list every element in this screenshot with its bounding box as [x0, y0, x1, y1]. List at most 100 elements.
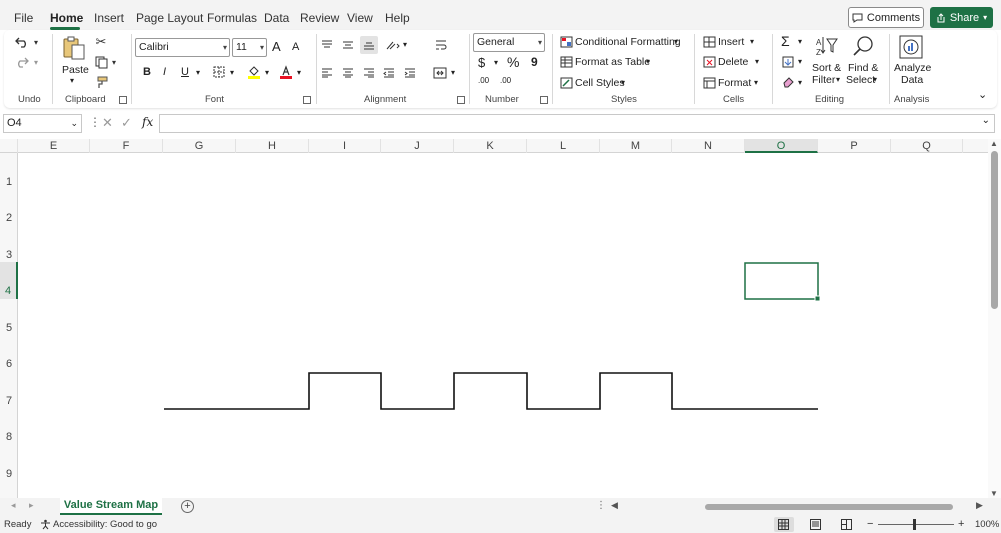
zoom-level[interactable]: 100%: [975, 519, 999, 530]
tab-view[interactable]: View: [347, 11, 373, 25]
worksheet-area[interactable]: [18, 153, 988, 498]
tab-home[interactable]: Home: [50, 11, 83, 25]
tab-page-layout[interactable]: Page Layout: [136, 11, 203, 25]
clear-icon[interactable]: [781, 75, 795, 89]
timeline-shape[interactable]: [164, 372, 818, 410]
autosum-icon[interactable]: Σ: [781, 33, 790, 49]
sheet-tab-value-stream-map[interactable]: Value Stream Map: [60, 498, 162, 515]
scroll-right-icon[interactable]: ▶: [976, 500, 983, 511]
name-box[interactable]: O4 ⌄: [3, 114, 82, 133]
share-button[interactable]: Share ▾: [930, 7, 993, 28]
column-header[interactable]: G: [163, 139, 236, 153]
chevron-down-icon[interactable]: ▾: [750, 37, 754, 46]
chevron-down-icon[interactable]: ▾: [798, 78, 802, 87]
column-header[interactable]: N: [672, 139, 745, 153]
redo-icon[interactable]: [12, 54, 32, 70]
sort-filter-label-2[interactable]: Filter: [812, 74, 835, 86]
dialog-launcher-icon[interactable]: [119, 96, 127, 104]
dialog-launcher-icon[interactable]: [540, 96, 548, 104]
collapse-ribbon-icon[interactable]: ⌄: [978, 88, 987, 101]
delete-cells-icon[interactable]: [702, 55, 716, 69]
row-header[interactable]: 6: [0, 335, 18, 372]
conditional-formatting-button[interactable]: Conditional Formatting: [575, 36, 681, 48]
normal-view-icon[interactable]: [774, 517, 794, 532]
fill-icon[interactable]: [781, 55, 795, 69]
chevron-down-icon[interactable]: ▾: [798, 37, 802, 46]
chevron-down-icon[interactable]: ▾: [646, 57, 650, 66]
comma-button[interactable]: 9: [531, 55, 538, 69]
format-painter-icon[interactable]: [94, 75, 108, 89]
fill-handle[interactable]: [814, 295, 821, 302]
redo-dropdown-icon[interactable]: ▾: [32, 54, 40, 70]
chevron-down-icon[interactable]: ▾: [674, 37, 678, 46]
selected-cell[interactable]: [744, 262, 819, 300]
paste-icon[interactable]: [60, 34, 88, 62]
chevron-down-icon[interactable]: ▾: [494, 58, 498, 67]
dialog-launcher-icon[interactable]: [303, 96, 311, 104]
format-cells-icon[interactable]: [702, 76, 716, 90]
increase-decimal-button[interactable]: .00: [478, 76, 489, 85]
tab-splitter-icon[interactable]: ⋮: [596, 500, 606, 511]
decrease-decimal-button[interactable]: .00: [500, 76, 511, 85]
bold-button[interactable]: B: [143, 66, 151, 78]
formula-input[interactable]: ⌄: [159, 114, 995, 133]
tab-help[interactable]: Help: [385, 11, 410, 25]
chevron-down-icon[interactable]: ▾: [403, 40, 407, 49]
column-header[interactable]: Q: [891, 139, 963, 153]
orientation-icon[interactable]: [384, 38, 402, 52]
chevron-down-icon[interactable]: ▾: [265, 68, 269, 77]
sort-filter-label[interactable]: Sort &: [812, 62, 841, 74]
row-header[interactable]: 2: [0, 189, 18, 226]
more-options-icon[interactable]: ⋮: [89, 115, 101, 129]
align-right-icon[interactable]: [362, 66, 376, 80]
copy-icon[interactable]: [94, 55, 108, 69]
delete-cells-button[interactable]: Delete: [718, 56, 748, 68]
align-bottom-icon[interactable]: [360, 36, 378, 54]
borders-icon[interactable]: [212, 65, 226, 79]
undo-dropdown-icon[interactable]: ▾: [32, 34, 40, 50]
chevron-down-icon[interactable]: ▾: [621, 78, 625, 87]
number-format-combo[interactable]: General ▾: [473, 33, 545, 52]
format-as-table-button[interactable]: Format as Table: [575, 56, 650, 68]
merge-center-icon[interactable]: [432, 66, 448, 80]
analyze-data-label-2[interactable]: Data: [901, 74, 923, 86]
format-as-table-icon[interactable]: [559, 55, 573, 69]
chevron-down-icon[interactable]: ▾: [755, 57, 759, 66]
align-middle-icon[interactable]: [341, 38, 355, 52]
accessibility-icon[interactable]: [40, 519, 51, 530]
enter-icon[interactable]: ✓: [121, 115, 132, 131]
tab-data[interactable]: Data: [264, 11, 289, 25]
column-header[interactable]: L: [527, 139, 600, 153]
cut-icon[interactable]: ✂: [94, 34, 108, 49]
increase-font-icon[interactable]: A: [272, 39, 281, 54]
chevron-down-icon[interactable]: ▾: [297, 68, 301, 77]
dialog-launcher-icon[interactable]: [457, 96, 465, 104]
font-color-icon[interactable]: [278, 64, 294, 80]
row-header[interactable]: 3: [0, 226, 18, 262]
comments-button[interactable]: Comments: [848, 7, 924, 28]
row-header-selected[interactable]: 4: [0, 262, 18, 299]
column-header[interactable]: E: [18, 139, 90, 153]
scroll-tabs-right-icon[interactable]: ▸: [29, 500, 34, 511]
scroll-down-icon[interactable]: ▼: [990, 489, 998, 498]
paste-label[interactable]: Paste: [62, 64, 89, 76]
chevron-down-icon[interactable]: ▾: [836, 75, 840, 84]
column-header[interactable]: H: [236, 139, 309, 153]
analyze-data-label[interactable]: Analyze: [894, 62, 931, 74]
decrease-indent-icon[interactable]: [382, 66, 396, 80]
chevron-down-icon[interactable]: ▾: [754, 78, 758, 87]
chevron-down-icon[interactable]: ▾: [451, 68, 455, 77]
expand-formula-icon[interactable]: ⌄: [982, 115, 990, 126]
column-header[interactable]: I: [309, 139, 381, 153]
add-sheet-icon[interactable]: +: [181, 500, 194, 513]
find-select-label-2[interactable]: Select: [846, 74, 875, 86]
chevron-down-icon[interactable]: ▾: [230, 68, 234, 77]
find-select-icon[interactable]: [850, 34, 876, 58]
increase-indent-icon[interactable]: [403, 66, 417, 80]
row-header[interactable]: 9: [0, 445, 18, 482]
insert-function-icon[interactable]: fx: [142, 115, 153, 129]
scroll-left-icon[interactable]: ◀: [611, 500, 618, 511]
italic-button[interactable]: I: [163, 66, 166, 78]
conditional-formatting-icon[interactable]: [559, 35, 573, 49]
column-header[interactable]: F: [90, 139, 163, 153]
